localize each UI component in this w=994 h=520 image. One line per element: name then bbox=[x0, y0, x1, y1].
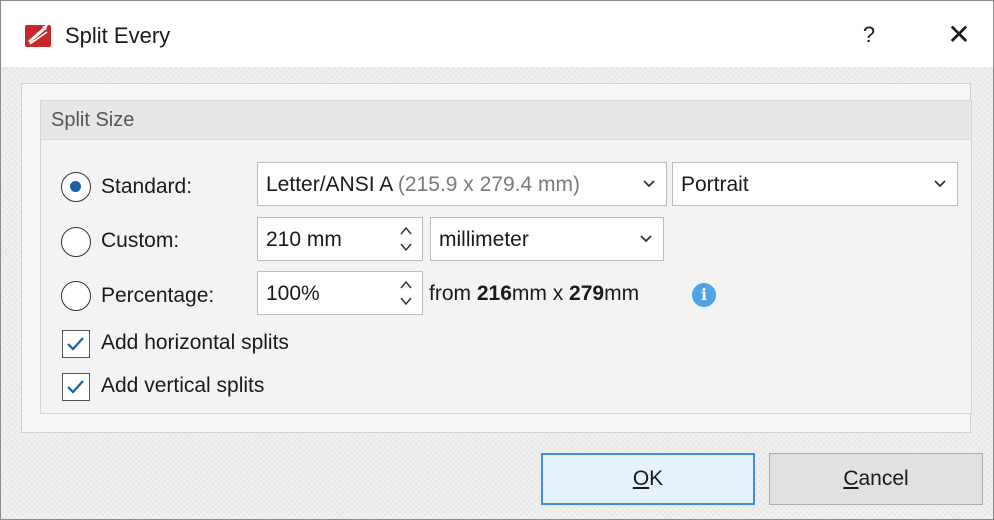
ok-button[interactable]: OK bbox=[541, 453, 755, 505]
standard-label: Standard: bbox=[101, 175, 193, 198]
source-width: 216 bbox=[476, 282, 512, 305]
orientation-value: Portrait bbox=[681, 173, 749, 196]
dialog-body: Split Size Standard: Letter/ANSI A (215.… bbox=[1, 67, 993, 519]
checkmark-icon bbox=[67, 337, 84, 351]
cancel-mnemonic: C bbox=[843, 467, 859, 490]
percentage-value: 100% bbox=[266, 282, 320, 305]
vertical-splits-checkbox[interactable] bbox=[62, 373, 90, 401]
unit-value: millimeter bbox=[439, 228, 529, 251]
spinner-arrows-icon[interactable] bbox=[398, 222, 414, 256]
ok-label-rest: K bbox=[649, 467, 664, 490]
chevron-down-icon bbox=[643, 180, 655, 188]
close-button[interactable]: ✕ bbox=[937, 15, 981, 55]
from-separator: mm x bbox=[511, 282, 570, 305]
percentage-spinner[interactable]: 100% bbox=[257, 271, 423, 315]
pdf-editor-icon bbox=[25, 24, 51, 47]
page-size-name: Letter/ANSI A bbox=[266, 173, 393, 196]
standard-radio[interactable] bbox=[61, 172, 91, 202]
percentage-radio[interactable] bbox=[61, 281, 91, 311]
from-prefix: from bbox=[429, 282, 477, 305]
group-header: Split Size bbox=[41, 101, 971, 140]
custom-size-value: 210 mm bbox=[266, 228, 342, 251]
options-panel: Split Size Standard: Letter/ANSI A (215.… bbox=[21, 83, 972, 433]
custom-label: Custom: bbox=[101, 229, 180, 252]
horizontal-splits-label: Add horizontal splits bbox=[101, 331, 289, 354]
chevron-down-icon bbox=[640, 235, 652, 243]
checkmark-icon bbox=[67, 380, 84, 394]
radio-selected-dot bbox=[70, 181, 81, 192]
split-size-group: Split Size Standard: Letter/ANSI A (215.… bbox=[40, 100, 972, 414]
page-size-value: Letter/ANSI A (215.9 x 279.4 mm) bbox=[266, 173, 580, 197]
unit-dropdown[interactable]: millimeter bbox=[430, 217, 664, 261]
from-suffix: mm bbox=[604, 282, 640, 305]
help-button[interactable]: ? bbox=[849, 17, 889, 53]
horizontal-splits-checkbox[interactable] bbox=[62, 330, 90, 358]
custom-radio[interactable] bbox=[61, 227, 91, 257]
page-size-dropdown[interactable]: Letter/ANSI A (215.9 x 279.4 mm) bbox=[257, 162, 667, 206]
orientation-dropdown[interactable]: Portrait bbox=[672, 162, 958, 206]
percentage-label: Percentage: bbox=[101, 284, 215, 307]
ok-mnemonic: O bbox=[632, 467, 650, 490]
source-size-text: from 216mm x 279mm bbox=[429, 282, 639, 306]
info-icon[interactable]: i bbox=[692, 283, 716, 307]
cancel-button[interactable]: Cancel bbox=[769, 453, 983, 505]
chevron-down-icon bbox=[934, 180, 946, 188]
page-size-dimensions: (215.9 x 279.4 mm) bbox=[392, 173, 580, 196]
split-every-dialog: Split Every ? ✕ Split Size Standard: Let… bbox=[0, 0, 994, 520]
custom-size-spinner[interactable]: 210 mm bbox=[257, 217, 423, 261]
cancel-label-rest: ancel bbox=[858, 467, 909, 490]
dialog-title: Split Every bbox=[65, 23, 171, 48]
vertical-splits-label: Add vertical splits bbox=[101, 374, 265, 397]
group-title: Split Size bbox=[51, 109, 135, 131]
title-bar: Split Every ? ✕ bbox=[1, 1, 993, 67]
source-height: 279 bbox=[569, 282, 605, 305]
spinner-arrows-icon[interactable] bbox=[398, 276, 414, 310]
